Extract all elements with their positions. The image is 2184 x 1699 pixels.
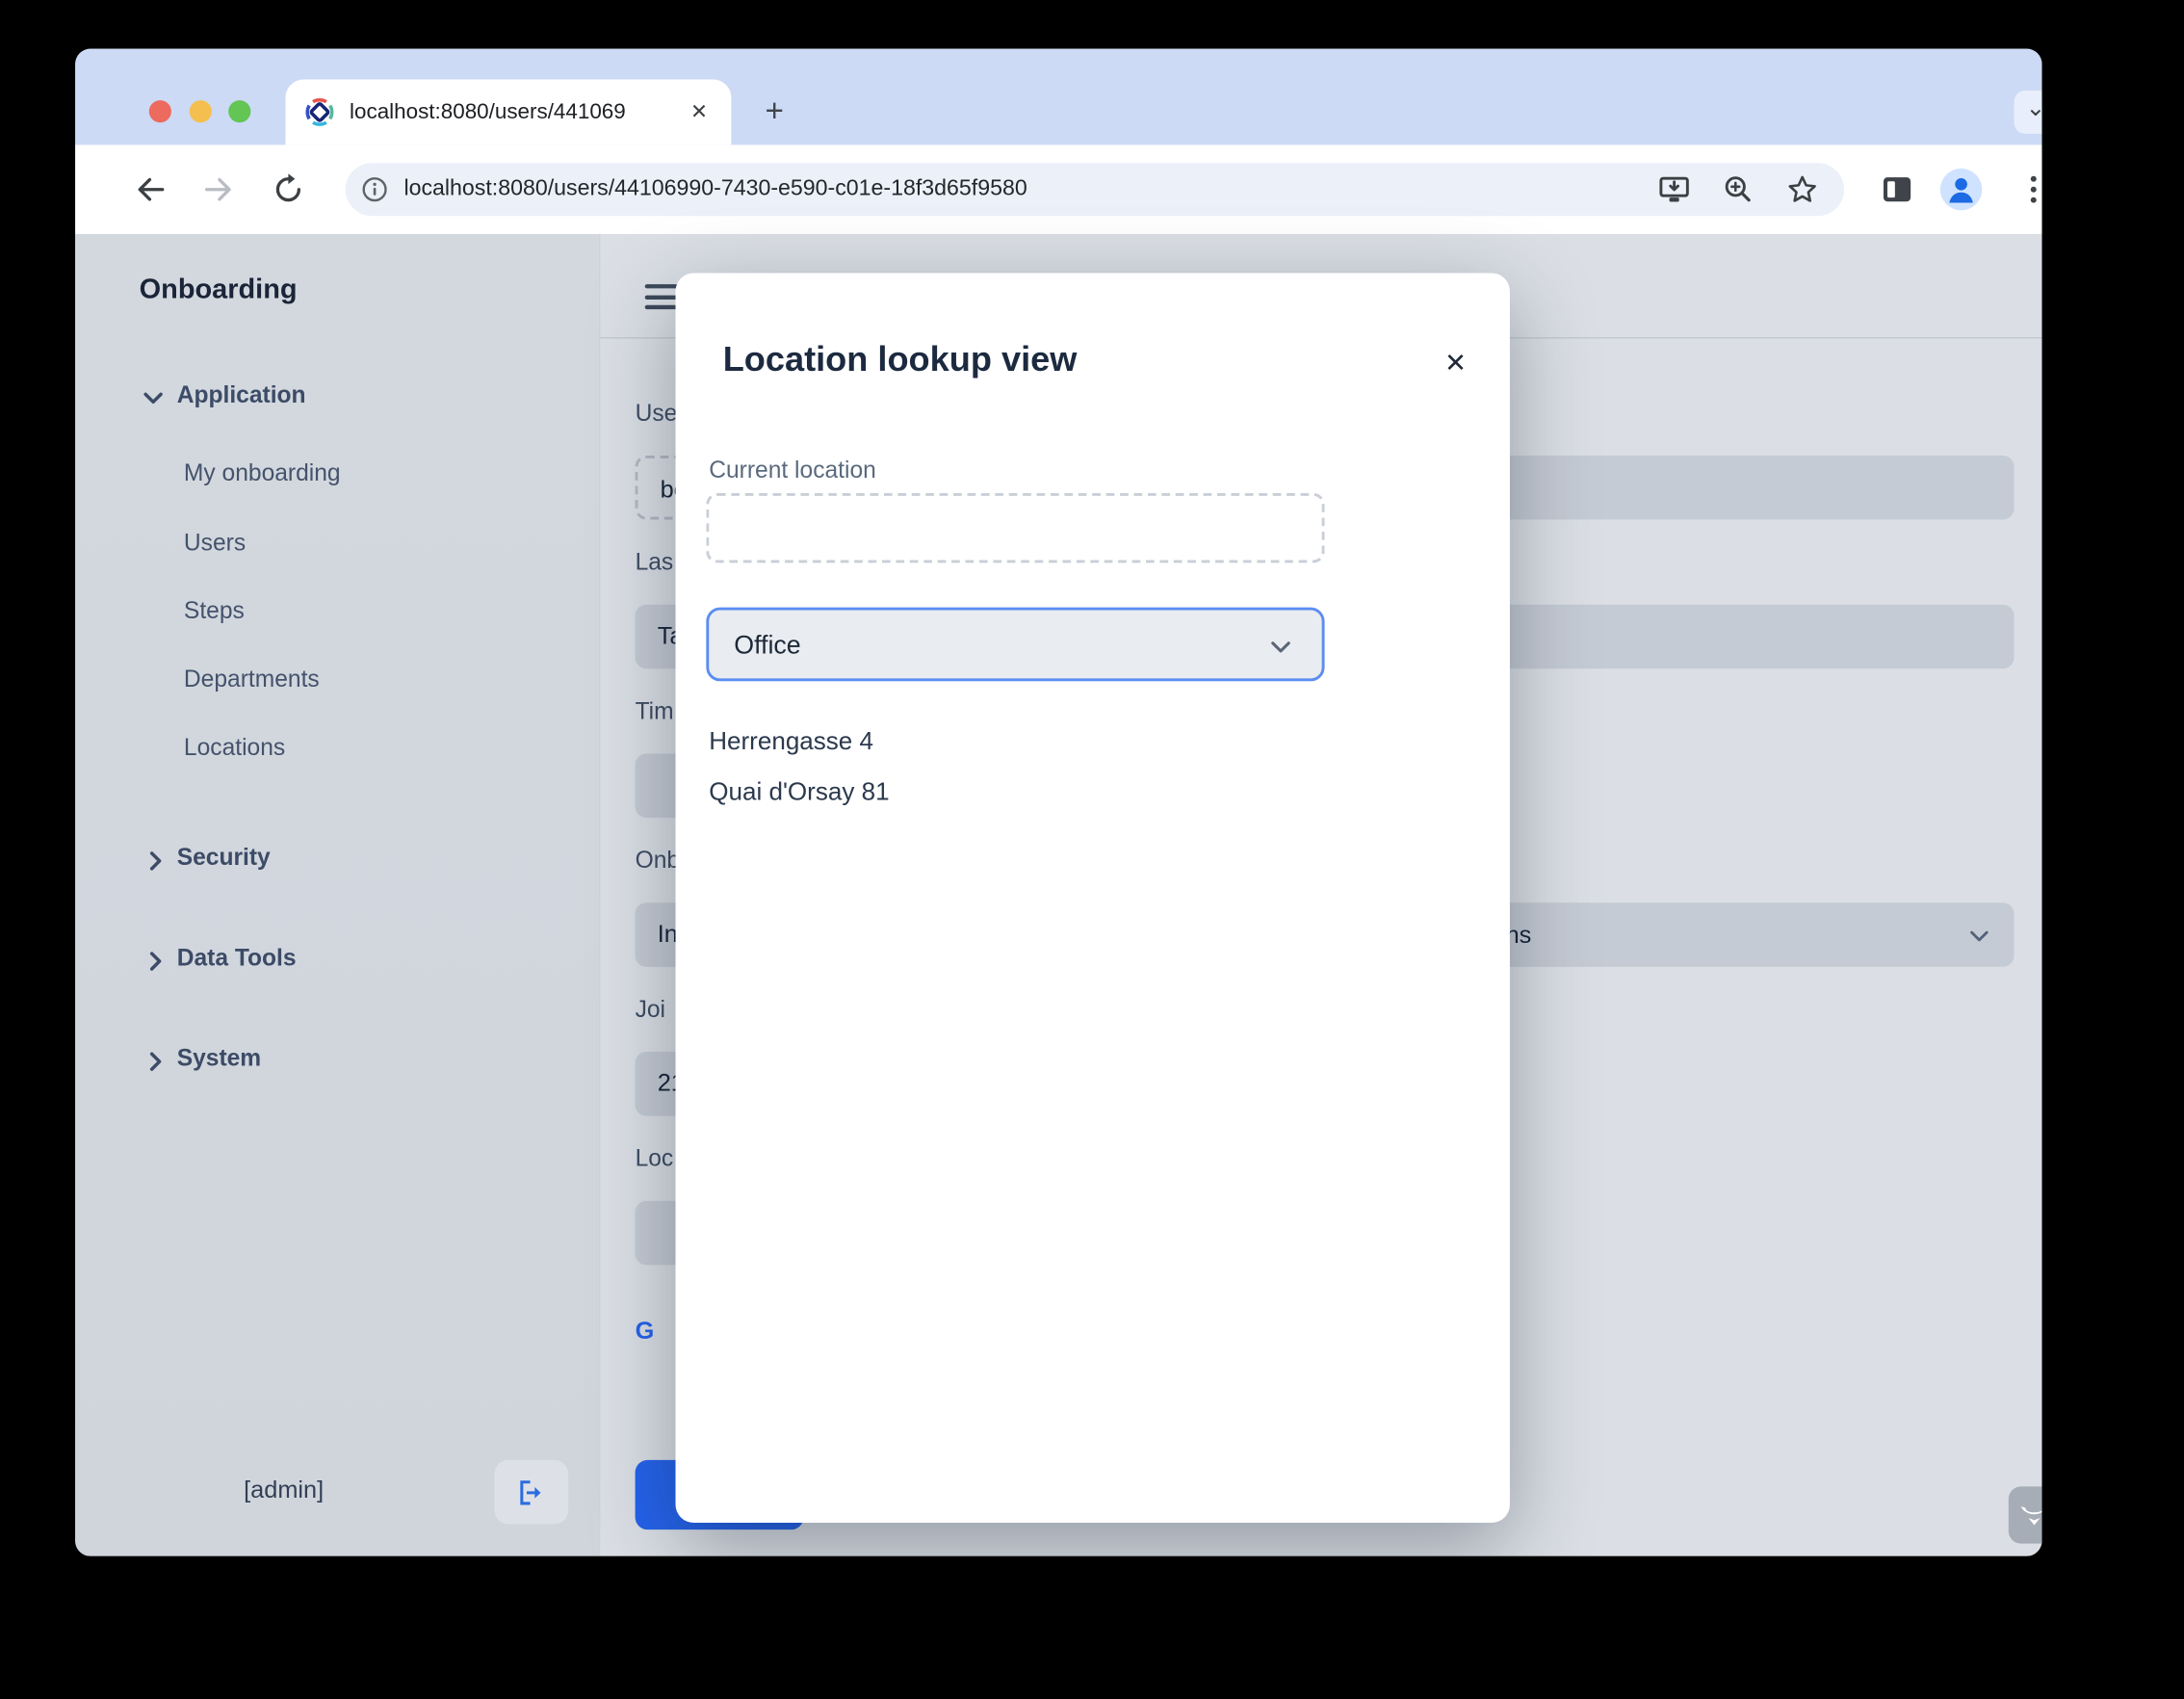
location-lookup-modal: Location lookup view ✕ Current location … [676, 274, 1510, 1523]
logged-in-user-label: [admin] [244, 1476, 324, 1504]
side-panel-icon[interactable] [1879, 171, 1915, 208]
field-right-2 [1433, 605, 2014, 669]
app-title: Onboarding [140, 274, 298, 306]
lookup-link[interactable]: G [636, 1317, 655, 1346]
field-label-location: Loc [636, 1145, 674, 1173]
field-right-select[interactable]: ns [1478, 902, 2015, 967]
sidebar-item-my-onboarding[interactable]: My onboarding [184, 456, 341, 492]
profile-avatar[interactable] [1940, 169, 1982, 210]
modal-close-icon[interactable]: ✕ [1435, 346, 1476, 387]
bull-head-icon [2016, 1498, 2041, 1532]
sidebar-group-system[interactable]: System [75, 1043, 599, 1080]
url-text: localhost:8080/users/44106990-7430-e590-… [403, 174, 1027, 205]
traffic-light-zoom[interactable] [228, 100, 250, 122]
field-right-1 [1433, 456, 2014, 520]
hamburger-menu-icon[interactable] [645, 284, 680, 309]
new-tab-button[interactable]: + [754, 91, 795, 132]
browser-tab[interactable]: localhost:8080/users/441069 ✕ [286, 79, 732, 144]
modal-title: Location lookup view [723, 340, 1078, 380]
install-app-icon[interactable] [1657, 172, 1691, 206]
field-label-timezone: Tim [636, 698, 674, 726]
field-label-onboarding: Onb [636, 847, 680, 875]
chevron-down-icon [141, 386, 166, 411]
address-bar[interactable]: localhost:8080/users/44106990-7430-e590-… [346, 163, 1844, 216]
location-list-item[interactable]: Herrengasse 4 [709, 716, 889, 766]
forward-icon[interactable] [200, 171, 237, 208]
browser-window: localhost:8080/users/441069 ✕ + ⌄ [75, 49, 2041, 1556]
tab-title: localhost:8080/users/441069 [350, 97, 684, 128]
current-location-input[interactable] [706, 493, 1324, 562]
app-sidebar: Onboarding Application My onboarding Use… [75, 234, 599, 1556]
reload-icon[interactable] [271, 171, 307, 208]
sidebar-item-users[interactable]: Users [184, 525, 246, 562]
back-icon[interactable] [132, 171, 169, 208]
sidebar-group-label: System [177, 1045, 261, 1073]
browser-toolbar: localhost:8080/users/44106990-7430-e590-… [75, 144, 2041, 234]
site-favicon-icon [303, 96, 335, 128]
page-info-icon[interactable] [359, 174, 390, 205]
menu-kebab-icon[interactable] [2015, 171, 2041, 208]
chevron-down-icon [1267, 634, 1293, 660]
chevron-right-icon [143, 949, 169, 974]
sidebar-group-label: Security [177, 845, 271, 873]
sidebar-item-departments[interactable]: Departments [184, 662, 320, 698]
tab-overflow-chevron-icon[interactable]: ⌄ [2015, 91, 2042, 134]
sidebar-group-security[interactable]: Security [75, 843, 599, 879]
bookmark-star-icon[interactable] [1785, 172, 1819, 206]
sidebar-group-label: Data Tools [177, 945, 297, 973]
screenshot-stage: localhost:8080/users/441069 ✕ + ⌄ [0, 0, 2184, 1699]
sidebar-group-data-tools[interactable]: Data Tools [75, 943, 599, 980]
traffic-light-close[interactable] [149, 100, 171, 122]
traffic-light-minimize[interactable] [190, 100, 212, 122]
tab-close-icon[interactable]: ✕ [681, 94, 717, 131]
sidebar-item-steps[interactable]: Steps [184, 593, 245, 630]
field-label-joined: Joi [636, 996, 665, 1024]
location-list: Herrengasse 4 Quai d'Orsay 81 [709, 716, 889, 816]
logout-button[interactable] [494, 1460, 568, 1525]
field-label-lastname: Las [636, 549, 674, 577]
chevron-down-icon [1966, 924, 1991, 949]
sidebar-item-locations[interactable]: Locations [184, 730, 285, 767]
chevron-right-icon [143, 849, 169, 874]
zoom-icon[interactable] [1722, 172, 1755, 206]
logout-icon [515, 1477, 547, 1508]
tab-strip: localhost:8080/users/441069 ✕ + ⌄ [75, 49, 2041, 145]
extension-badge[interactable] [2009, 1486, 2042, 1543]
sidebar-group-label: Application [177, 381, 306, 409]
field-label-username: Use [636, 400, 678, 428]
chevron-right-icon [143, 1049, 169, 1074]
location-list-item[interactable]: Quai d'Orsay 81 [709, 767, 889, 817]
location-type-value: Office [734, 630, 800, 659]
location-type-select[interactable]: Office [706, 608, 1324, 682]
sidebar-group-application[interactable]: Application [75, 380, 599, 417]
current-location-label: Current location [709, 457, 876, 484]
tab-title-fade [642, 97, 687, 128]
